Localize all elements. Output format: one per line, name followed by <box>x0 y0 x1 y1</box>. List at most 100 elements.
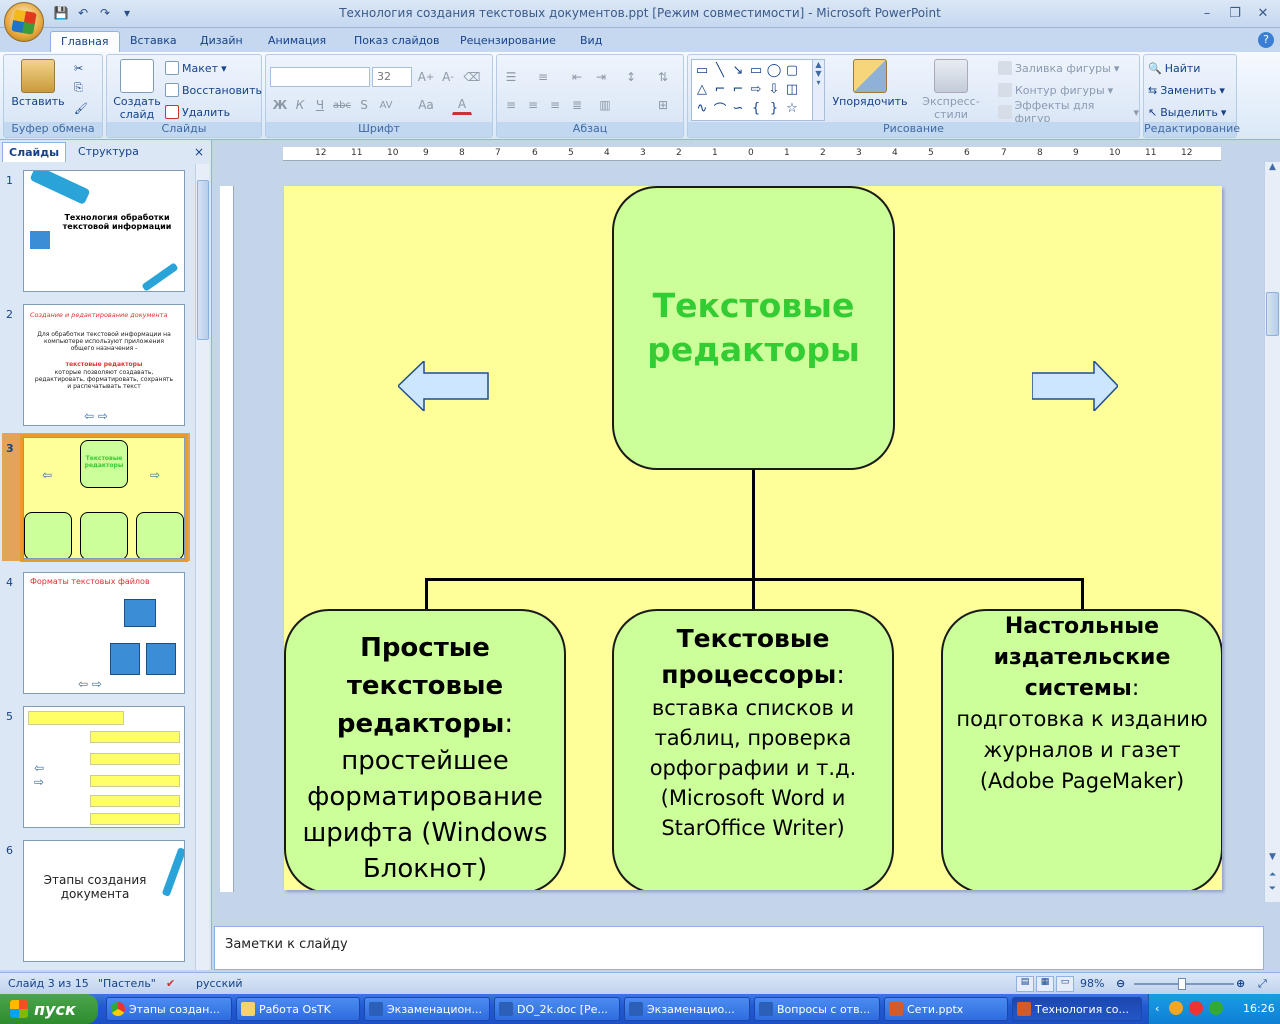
tab-home[interactable]: Главная <box>50 31 120 52</box>
box-simple-editors[interactable]: Простые текстовые редакторы: простейшее … <box>284 609 566 890</box>
slide-thumbnail-3[interactable]: Текстовые редакторы ⇦ ⇨ <box>20 434 188 562</box>
line-spacing-icon[interactable]: ↕ <box>621 67 641 87</box>
bullets-icon[interactable]: ☰ <box>501 67 521 87</box>
right-arrow-shape[interactable] <box>1032 361 1118 411</box>
tray-app-icon[interactable] <box>1209 1001 1223 1015</box>
italic-icon[interactable]: К <box>290 95 310 115</box>
start-button[interactable]: пуск <box>0 994 98 1024</box>
font-name-combo[interactable] <box>270 67 370 87</box>
taskbar-item[interactable]: Работа OsTK <box>236 997 360 1021</box>
elbow-connector-icon[interactable]: ⌐ <box>712 81 728 97</box>
curve-shape-icon[interactable]: ∿ <box>694 100 710 116</box>
elbow-connector2-icon[interactable]: ⌐ <box>730 81 746 97</box>
zoom-level[interactable]: 98% <box>1080 977 1104 990</box>
scroll-down-icon[interactable]: ▼ <box>1265 852 1280 868</box>
tray-app-icon[interactable] <box>1169 1001 1183 1015</box>
close-panel-icon[interactable]: × <box>194 145 204 159</box>
notes-pane[interactable]: Заметки к слайду <box>214 926 1264 970</box>
replace-button[interactable]: ⇆ Заменить ▾ <box>1148 81 1225 99</box>
delete-slide-button[interactable]: Удалить <box>165 103 230 121</box>
justify-icon[interactable]: ≣ <box>567 95 587 115</box>
arrow-line-shape-icon[interactable]: ↘ <box>730 62 746 78</box>
tray-app-icon[interactable] <box>1189 1001 1203 1015</box>
down-arrow-shape-icon[interactable]: ⇩ <box>766 81 782 97</box>
close-button[interactable]: ✕ <box>1250 3 1276 23</box>
underline-icon[interactable]: Ч <box>310 95 330 115</box>
maximize-button[interactable]: ❐ <box>1222 3 1248 23</box>
slide-thumbnail-5[interactable]: ⇦ ⇨ <box>23 706 185 828</box>
brace-right-shape-icon[interactable]: } <box>766 100 782 116</box>
tab-animation[interactable]: Анимация <box>258 31 336 52</box>
vertical-scrollbar[interactable]: ▲ ▼ ⏶ ⏷ <box>1264 162 1280 902</box>
format-painter-button[interactable]: 🖌 <box>74 99 88 117</box>
grow-font-icon[interactable]: A + <box>416 67 436 87</box>
horizontal-ruler[interactable]: 12 11 10 9 8 7 6 5 4 3 2 1 0 1 2 3 4 5 6 7 8 9 10 11 12 <box>283 147 1221 161</box>
oval-shape-icon[interactable]: ◯ <box>766 62 782 78</box>
taskbar-item[interactable]: Сети.pptx <box>884 997 1008 1021</box>
tab-slides[interactable]: Слайды <box>2 142 67 162</box>
slideshow-icon[interactable]: ▭ <box>1056 976 1074 992</box>
tab-design[interactable]: Дизайн <box>190 31 253 52</box>
shrink-font-icon[interactable]: A- <box>438 67 458 87</box>
wave-shape-icon[interactable]: ∽ <box>730 100 746 116</box>
slide-canvas[interactable]: Текстовые редакторы Простые текстовые ре… <box>284 186 1222 890</box>
line-shape-icon[interactable]: ╲ <box>712 62 728 78</box>
arc-shape-icon[interactable]: ⌒ <box>712 100 728 118</box>
spellcheck-icon[interactable]: ✔ <box>166 977 175 990</box>
triangle-shape-icon[interactable]: △ <box>694 81 710 97</box>
slide-thumbnail-2[interactable]: Создание и редактирование документа Для … <box>23 304 185 426</box>
zoom-slider-thumb[interactable] <box>1178 978 1186 990</box>
fit-window-icon[interactable]: ⤢ <box>1258 977 1267 991</box>
office-button[interactable] <box>4 2 44 42</box>
shape-effects-button[interactable]: Эффекты для фигур ▾ <box>998 99 1139 125</box>
slide-thumbnail-6[interactable]: Этапы создания документа <box>23 840 185 962</box>
taskbar-item[interactable]: Этапы создан... <box>106 997 232 1021</box>
decrease-indent-icon[interactable]: ⇤ <box>567 67 587 87</box>
bold-icon[interactable]: Ж <box>270 95 290 115</box>
shape-fill-button[interactable]: Заливка фигуры ▾ <box>998 59 1119 77</box>
gallery-scroll[interactable]: ▲ ▼ ▾ <box>812 60 824 120</box>
taskbar-item[interactable]: Экзаменацион... <box>364 997 490 1021</box>
columns-icon[interactable]: ▥ <box>595 95 615 115</box>
zoom-in-icon[interactable]: ⊕ <box>1236 977 1245 990</box>
language-indicator[interactable]: русский <box>196 977 243 990</box>
reset-button[interactable]: Восстановить <box>165 81 262 99</box>
normal-view-icon[interactable]: ▤ <box>1016 976 1034 992</box>
paste-button[interactable]: Вставить <box>10 59 66 108</box>
slides-panel-scrollbar[interactable] <box>195 164 209 970</box>
quick-styles-button[interactable]: Экспресс-стили <box>910 59 992 121</box>
align-right-icon[interactable]: ≡ <box>545 95 565 115</box>
taskbar-item[interactable]: DO_2k.doc [Ре... <box>494 997 620 1021</box>
left-arrow-shape[interactable] <box>398 361 490 411</box>
right-arrow-shape-icon[interactable]: ⇨ <box>748 81 764 97</box>
slide-thumbnail-4[interactable]: Форматы текстовых файлов ⇦ ⇨ <box>23 572 185 694</box>
horizontal-scrollbar[interactable] <box>214 908 1264 926</box>
tab-review[interactable]: Рецензирование <box>450 31 566 52</box>
tab-insert[interactable]: Вставка <box>120 31 187 52</box>
scrollbar-thumb[interactable] <box>197 180 209 340</box>
smartart-icon[interactable]: ⊞ <box>653 95 673 115</box>
increase-indent-icon[interactable]: ⇥ <box>591 67 611 87</box>
vertical-ruler[interactable] <box>220 186 234 892</box>
zoom-out-icon[interactable]: ⊖ <box>1116 977 1125 990</box>
case-icon[interactable]: Aa <box>416 95 436 115</box>
find-button[interactable]: 🔍 Найти <box>1148 59 1200 77</box>
slide-thumbnail-1[interactable]: Технология обработки текстовой информаци… <box>23 170 185 292</box>
clear-format-icon[interactable]: ⌫ <box>462 67 482 87</box>
rounded-rect-shape-icon[interactable]: ▢ <box>784 62 800 78</box>
tab-outline[interactable]: Структура <box>72 142 145 162</box>
shape-outline-button[interactable]: Контур фигуры ▾ <box>998 81 1113 99</box>
box-text-editors[interactable]: Текстовые редакторы <box>612 186 895 470</box>
minimize-button[interactable]: – <box>1194 3 1220 23</box>
box-word-processors[interactable]: Текстовые процессоры: вставка списков и … <box>612 609 894 890</box>
taskbar-item[interactable]: Экзаменацио... <box>624 997 750 1021</box>
tab-view[interactable]: Вид <box>570 31 612 52</box>
taskbar-item-active[interactable]: Технология со... <box>1012 997 1142 1021</box>
numbering-icon[interactable]: ≡ <box>533 67 553 87</box>
star-shape-icon[interactable]: ☆ <box>784 100 800 116</box>
shadow-icon[interactable]: S <box>354 95 374 115</box>
help-icon[interactable]: ? <box>1258 32 1274 48</box>
strikethrough-icon[interactable]: abc <box>332 95 352 115</box>
arrange-button[interactable]: Упорядочить <box>832 59 908 108</box>
textbox-shape-icon[interactable]: ▭ <box>694 62 710 78</box>
